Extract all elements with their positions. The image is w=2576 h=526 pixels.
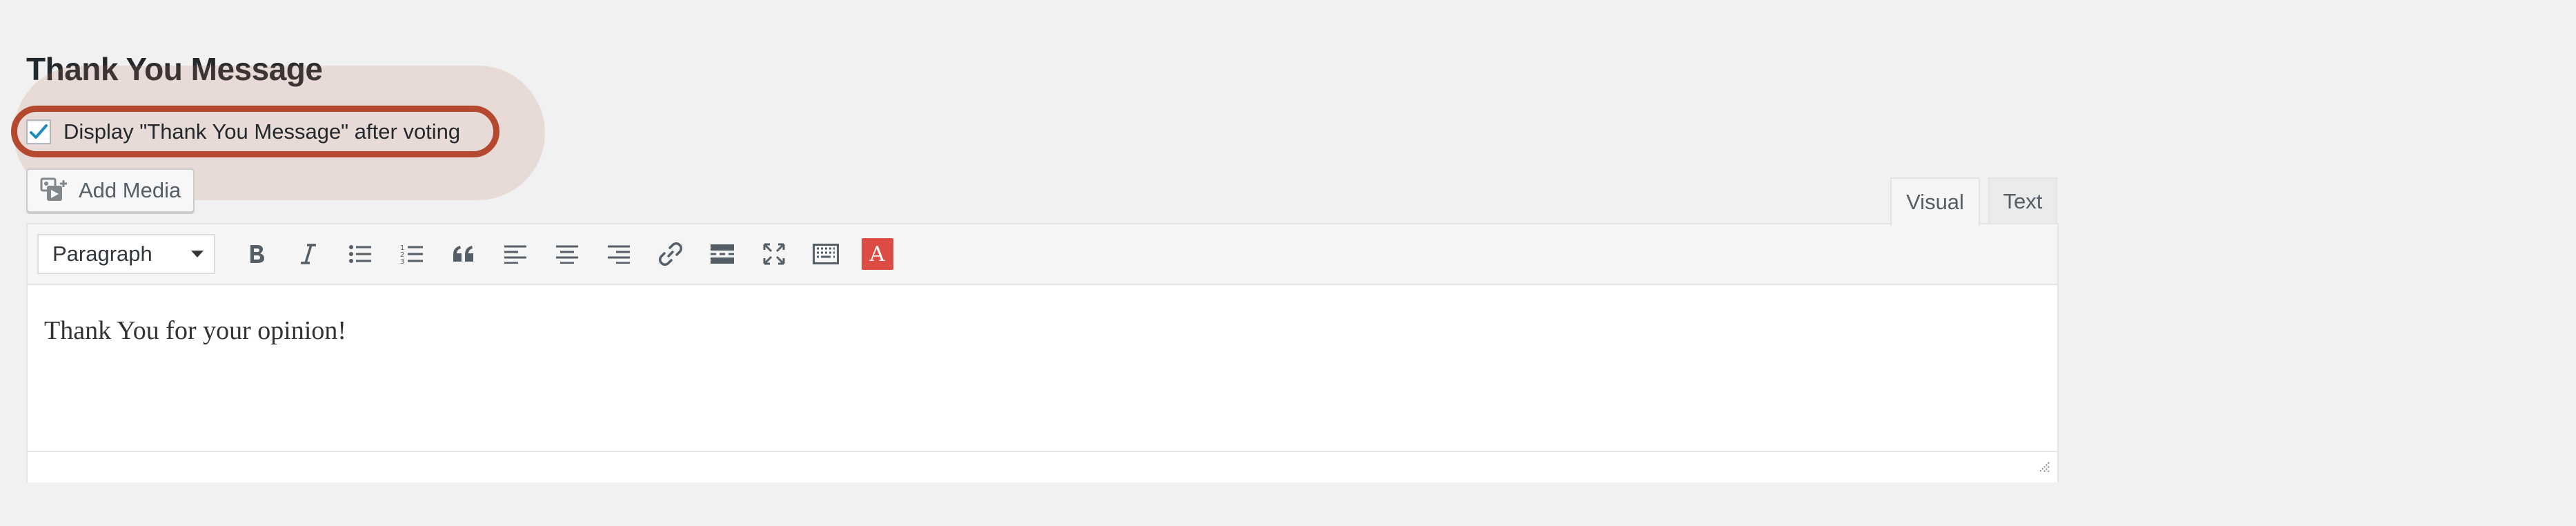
numbered-list-button[interactable]: 1 2 3 (386, 234, 437, 274)
add-media-icon (40, 177, 69, 204)
text-color-icon: A (861, 238, 893, 270)
blockquote-button[interactable] (437, 234, 489, 274)
align-right-button[interactable] (593, 234, 644, 274)
keyboard-icon (812, 244, 839, 264)
align-left-button[interactable] (489, 234, 541, 274)
align-center-icon (555, 245, 578, 264)
bold-icon (250, 245, 264, 263)
insert-link-button[interactable] (644, 234, 696, 274)
read-more-button[interactable] (696, 234, 748, 274)
checkbox-label: Display "Thank You Message" after voting (63, 119, 461, 144)
align-right-icon (607, 245, 630, 264)
content-paragraph: Thank You for your opinion! (44, 316, 347, 345)
tab-visual[interactable]: Visual (1890, 177, 1980, 226)
fullscreen-button[interactable] (748, 234, 800, 274)
editor-status-bar (28, 451, 2057, 483)
italic-button[interactable] (282, 234, 334, 274)
checkmark-icon (30, 124, 48, 139)
italic-icon (300, 244, 316, 264)
svg-text:3: 3 (400, 258, 404, 265)
bulleted-list-icon (348, 245, 371, 263)
add-media-button[interactable]: Add Media (26, 168, 195, 213)
fullscreen-icon (763, 243, 784, 265)
read-more-icon (710, 244, 734, 264)
align-center-button[interactable] (541, 234, 593, 274)
editor-content[interactable]: Thank You for your opinion! (28, 285, 2057, 451)
editor-toolbar: Paragraph 1 2 3 A (28, 224, 2057, 285)
rich-text-editor: Paragraph 1 2 3 A Thank You for your opi… (26, 223, 2059, 483)
add-media-label: Add Media (79, 178, 181, 202)
link-icon (658, 242, 682, 266)
text-color-button[interactable]: A (851, 234, 903, 274)
bulleted-list-button[interactable] (334, 234, 386, 274)
paragraph-format-select[interactable]: Paragraph (37, 234, 215, 274)
blockquote-icon (453, 246, 473, 262)
thank-you-option[interactable]: Display "Thank You Message" after voting (26, 117, 460, 146)
tab-text[interactable]: Text (1988, 177, 2057, 224)
toolbar-toggle-button[interactable] (800, 234, 851, 274)
thank-you-checkbox[interactable] (26, 119, 51, 144)
page: Thank You Message Display "Thank You Mes… (0, 0, 2576, 526)
chevron-down-icon (191, 251, 204, 257)
format-select-value: Paragraph (52, 242, 152, 266)
numbered-list-icon: 1 2 3 (400, 244, 423, 265)
bold-button[interactable] (230, 234, 282, 274)
resize-handle-icon[interactable] (2037, 460, 2050, 477)
align-left-icon (504, 245, 526, 264)
